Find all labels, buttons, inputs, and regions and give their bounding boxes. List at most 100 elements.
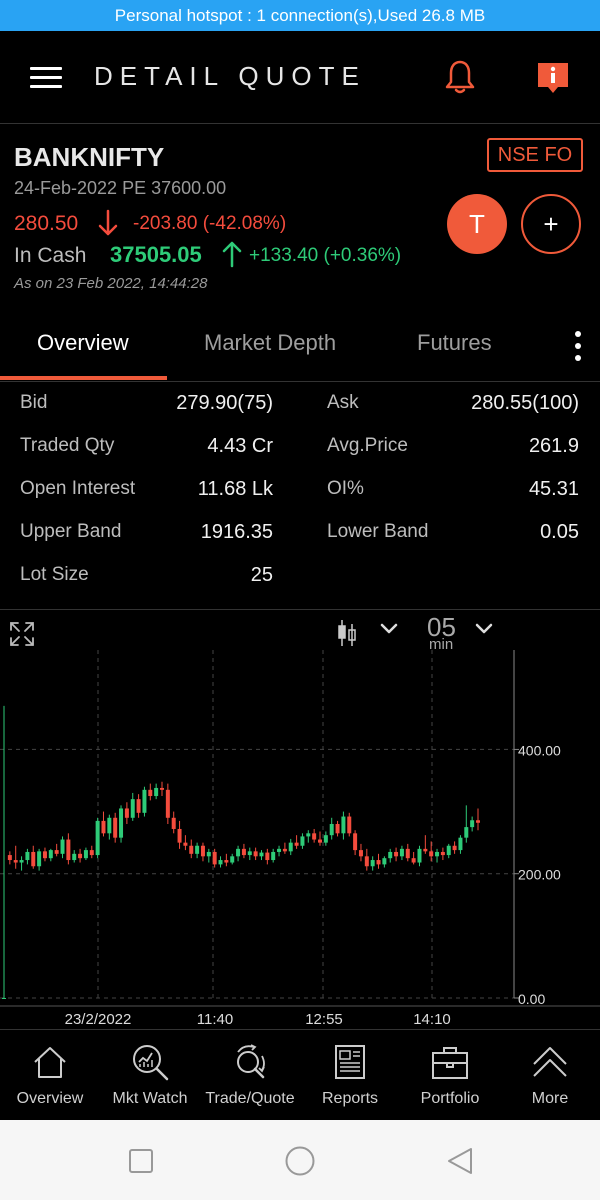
candle-body — [142, 789, 147, 813]
traded-qty-value: 4.43 Cr — [207, 435, 273, 457]
candle-body — [165, 789, 170, 818]
candle-body — [7, 855, 12, 861]
candle-body — [247, 851, 252, 856]
recent-apps-icon[interactable] — [125, 1145, 157, 1177]
active-tab-indicator — [0, 376, 167, 380]
lower-band-label: Lower Band — [327, 521, 429, 542]
candle-body — [148, 789, 153, 797]
candle-body — [48, 850, 53, 859]
candle-body — [83, 850, 88, 859]
candle-body — [241, 848, 246, 856]
candle-body — [101, 820, 106, 834]
nav-reports[interactable]: Reports — [300, 1030, 400, 1121]
candle-body — [89, 850, 94, 856]
status-text: Personal hotspot : 1 connection(s),Used … — [114, 5, 486, 25]
trade-button[interactable]: T — [447, 194, 507, 254]
candle-body — [399, 848, 404, 857]
candle-body — [171, 817, 176, 829]
candle-body — [66, 839, 71, 861]
menu-icon[interactable] — [30, 67, 62, 89]
tab-market-depth[interactable]: Market Depth — [204, 330, 336, 356]
candle-body — [72, 853, 77, 861]
back-icon[interactable] — [444, 1145, 476, 1177]
candle-body — [476, 820, 480, 823]
candle-body — [423, 848, 428, 852]
more-options-icon[interactable] — [574, 331, 582, 361]
candle-body — [160, 787, 164, 790]
candle-body — [388, 851, 393, 859]
upper-band-label: Upper Band — [20, 521, 122, 542]
avg-price-label: Avg.Price — [327, 435, 408, 456]
stats-row: Upper Band 1916.35 Lower Band 0.05 — [0, 521, 600, 564]
tab-futures[interactable]: Futures — [417, 330, 492, 356]
candle-body — [370, 860, 375, 867]
candle-body — [394, 851, 399, 857]
oi-percent-label: OI% — [327, 478, 364, 499]
nav-more[interactable]: More — [500, 1030, 600, 1121]
candle-body — [212, 851, 217, 865]
candle-body — [271, 851, 276, 861]
trade-quote-icon — [237, 1044, 265, 1079]
candle-body — [411, 858, 416, 863]
expand-icon[interactable] — [8, 620, 36, 648]
stats-row: Bid 279.90(75) Ask 280.55(100) — [0, 392, 600, 435]
tab-overview[interactable]: Overview — [37, 330, 129, 356]
info-icon[interactable] — [536, 61, 570, 95]
lot-size-label: Lot Size — [20, 564, 89, 585]
candle-body — [236, 848, 241, 857]
candle-body — [405, 848, 410, 859]
candle-body — [312, 833, 317, 840]
x-tick-label: 12:55 — [305, 1011, 343, 1028]
price-chart-panel: 05 min 400.00 200.00 0.00 23/2/2022 11:40 12:… — [0, 609, 600, 1030]
candle-body — [353, 833, 358, 851]
market-watch-icon — [133, 1045, 169, 1081]
nav-trade-quote[interactable]: Trade/Quote — [200, 1030, 300, 1121]
candlestick-chart[interactable]: 400.00 200.00 0.00 23/2/2022 11:40 12:55 14:10 — [0, 650, 600, 1030]
home-icon[interactable] — [284, 1145, 316, 1177]
tab-bar: Overview Market Depth Futures — [0, 314, 600, 382]
candle-body — [95, 820, 100, 856]
bottom-navigation: Overview Mkt Watch Trade/Quote Reports P… — [0, 1029, 600, 1121]
y-tick-label: 400.00 — [518, 742, 561, 758]
arrow-down-icon — [98, 209, 118, 236]
candle-body — [78, 853, 83, 859]
lot-size-value: 25 — [250, 564, 273, 586]
candle-body — [130, 799, 135, 818]
bid-value: 279.90(75) — [176, 392, 273, 414]
candle-body — [364, 856, 369, 867]
as-on-timestamp: As on 23 Feb 2022, 14:44:28 — [14, 275, 208, 292]
page-title: DETAIL QUOTE — [94, 61, 366, 91]
candle-body — [341, 816, 346, 834]
nav-mkt-watch[interactable]: Mkt Watch — [100, 1030, 200, 1121]
nav-label: Trade/Quote — [205, 1090, 295, 1107]
interval-chevron-down-icon[interactable] — [474, 622, 494, 636]
candle-body — [60, 839, 65, 854]
candle-body — [230, 856, 235, 863]
quote-stats: Bid 279.90(75) Ask 280.55(100) Traded Qt… — [0, 382, 600, 608]
nav-portfolio[interactable]: Portfolio — [400, 1030, 500, 1121]
candle-body — [464, 827, 469, 838]
bell-icon[interactable] — [444, 59, 476, 95]
lower-band-value: 0.05 — [540, 521, 579, 543]
candle-body — [277, 848, 282, 852]
avg-price-value: 261.9 — [528, 435, 579, 457]
oi-percent-value: 45.31 — [528, 478, 579, 500]
ask-value: 280.55(100) — [471, 392, 579, 414]
y-tick-label: 0.00 — [518, 991, 545, 1007]
x-tick-label: 23/2/2022 — [65, 1011, 132, 1028]
candle-body — [19, 860, 24, 863]
candle-body — [300, 836, 305, 846]
chevron-down-icon[interactable] — [379, 622, 399, 636]
candle-body — [306, 833, 311, 837]
candlestick-type-icon[interactable] — [337, 618, 357, 648]
candle-body — [37, 851, 42, 867]
contract-details: 24-Feb-2022 PE 37600.00 — [14, 178, 227, 198]
add-to-watchlist-button[interactable]: + — [521, 194, 581, 254]
candle-body — [136, 799, 141, 813]
candle-body — [189, 845, 194, 854]
exchange-badge[interactable]: NSE FO — [487, 138, 583, 172]
candle-body — [429, 851, 434, 857]
traded-qty-label: Traded Qty — [20, 435, 115, 456]
nav-overview[interactable]: Overview — [0, 1030, 100, 1121]
nav-label: Mkt Watch — [112, 1090, 188, 1107]
